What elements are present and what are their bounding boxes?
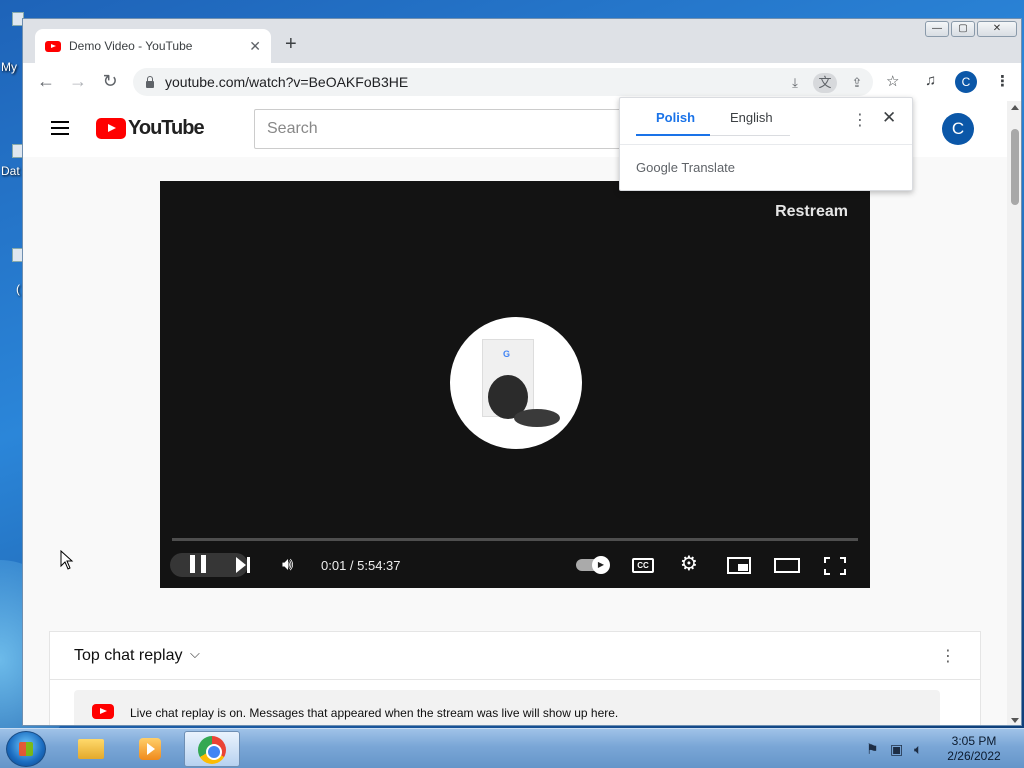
miniplayer-icon[interactable]	[727, 557, 751, 574]
window-controls: — ▢ ✕	[925, 21, 1017, 37]
maximize-button[interactable]: ▢	[951, 21, 975, 37]
chat-replay-panel: Top chat replay ⌵ ⋮ Live chat replay is …	[49, 631, 981, 725]
youtube-favicon-icon	[45, 40, 61, 52]
tab-close-icon[interactable]: ✕	[249, 38, 261, 55]
action-center-icon[interactable]: ⚑	[866, 741, 879, 758]
settings-gear-icon[interactable]: ⚙	[680, 553, 698, 575]
install-app-icon[interactable]: ⤓	[783, 73, 807, 93]
speaker-mini-image	[514, 409, 560, 427]
system-clock[interactable]: 3:05 PM 2/26/2022	[942, 734, 1006, 764]
minimize-button[interactable]: —	[925, 21, 949, 37]
next-icon[interactable]	[236, 557, 250, 573]
chat-header: Top chat replay ⌵ ⋮	[50, 632, 980, 680]
tab-polish[interactable]: Polish	[656, 110, 695, 138]
video-thumbnail-product: G	[450, 317, 582, 449]
bookmark-star-icon[interactable]: ☆	[886, 72, 899, 90]
youtube-logo[interactable]: YouTube	[96, 117, 205, 140]
desktop-icon-label: My	[1, 60, 17, 74]
profile-avatar[interactable]: C	[955, 71, 977, 93]
network-icon[interactable]: ▣	[890, 741, 903, 758]
tab-english[interactable]: English	[730, 110, 773, 138]
search-input[interactable]: Search	[254, 109, 634, 149]
lock-icon[interactable]	[145, 76, 155, 88]
chat-title[interactable]: Top chat replay	[74, 647, 183, 665]
taskbar: ⚑ ▣ 🔈︎ 3:05 PM 2/26/2022	[0, 728, 1024, 768]
close-window-button[interactable]: ✕	[977, 21, 1017, 37]
clock-time: 3:05 PM	[951, 734, 997, 748]
hamburger-menu-icon[interactable]	[51, 121, 69, 135]
chevron-down-icon[interactable]: ⌵	[190, 646, 200, 662]
translate-divider	[620, 144, 912, 145]
translate-icon[interactable]: 文	[813, 73, 837, 93]
fullscreen-icon[interactable]	[824, 557, 846, 575]
progress-bar[interactable]	[172, 538, 858, 541]
address-bar[interactable]: youtube.com/watch?v=BeOAKFoB3HE ⤓ 文 ⇪	[133, 68, 873, 96]
taskbar-chrome[interactable]	[184, 731, 240, 767]
start-button[interactable]	[6, 731, 46, 767]
taskbar-explorer[interactable]	[62, 731, 118, 767]
chat-replay-notice: Live chat replay is on. Messages that ap…	[74, 690, 940, 725]
share-icon[interactable]: ⇪	[845, 73, 869, 93]
youtube-logo-text: YouTube	[128, 117, 205, 139]
volume-icon[interactable]: 🔊︎	[282, 553, 293, 575]
player-controls: 🔊︎ 0:01 / 5:54:37 CC ⚙	[160, 549, 870, 579]
captions-button[interactable]: CC	[632, 558, 654, 573]
google-g-icon: G	[503, 349, 511, 359]
chat-notice-text: Live chat replay is on. Messages that ap…	[130, 706, 619, 720]
media-player-icon	[139, 738, 161, 760]
translate-brand-text: Translate	[681, 160, 736, 175]
scroll-down-arrow-icon[interactable]	[1011, 718, 1019, 723]
video-player[interactable]: Restream G 🔊︎ 0:01 / 5:54:37 CC ⚙	[160, 181, 870, 588]
more-options-icon[interactable]: ⋮	[940, 646, 956, 666]
restream-watermark: Restream	[775, 203, 848, 220]
page-scrollbar[interactable]	[1007, 101, 1021, 725]
youtube-icon	[92, 704, 114, 719]
google-translate-brand: Google Translate	[636, 160, 735, 175]
clock-date: 2/26/2022	[947, 749, 1001, 763]
chrome-menu-icon[interactable]: ⋮	[995, 72, 1010, 90]
media-controls-icon[interactable]: ♫	[925, 72, 936, 89]
new-tab-button[interactable]: +	[285, 33, 297, 56]
back-button[interactable]: ←	[35, 71, 57, 92]
url-text[interactable]: youtube.com/watch?v=BeOAKFoB3HE	[165, 74, 408, 90]
pause-icon[interactable]	[190, 555, 206, 573]
google-brand-text: Google	[636, 160, 678, 175]
desktop-icon-label: Dat	[1, 164, 20, 178]
time-display: 0:01 / 5:54:37	[321, 558, 401, 573]
taskbar-media-player[interactable]	[122, 731, 178, 767]
youtube-play-icon	[96, 118, 126, 139]
youtube-page: YouTube Search C Restream G 🔊︎ 0:01 / 5:…	[23, 101, 1021, 725]
translate-popup: Polish English ⋮ ✕ Google Translate	[619, 97, 913, 191]
desktop-icon-label: (	[16, 282, 20, 296]
chrome-window: — ▢ ✕ Demo Video - YouTube ✕ + ← → ↻ you…	[22, 18, 1022, 726]
translate-close-icon[interactable]: ✕	[882, 108, 896, 128]
tab-title: Demo Video - YouTube	[69, 39, 193, 53]
translate-more-icon[interactable]: ⋮	[852, 110, 868, 130]
scroll-thumb[interactable]	[1011, 129, 1019, 205]
browser-tab[interactable]: Demo Video - YouTube ✕	[35, 29, 271, 63]
folder-icon	[78, 739, 104, 759]
reload-button[interactable]: ↻	[99, 71, 121, 92]
forward-button[interactable]: →	[67, 71, 89, 92]
volume-tray-icon[interactable]: 🔈︎	[914, 741, 922, 758]
chrome-icon	[198, 736, 226, 764]
theater-mode-icon[interactable]	[774, 558, 800, 573]
youtube-account-avatar[interactable]: C	[942, 113, 974, 145]
browser-toolbar: ← → ↻ youtube.com/watch?v=BeOAKFoB3HE ⤓ …	[23, 63, 1021, 101]
scroll-up-arrow-icon[interactable]	[1011, 105, 1019, 110]
autoplay-toggle[interactable]	[576, 556, 610, 574]
